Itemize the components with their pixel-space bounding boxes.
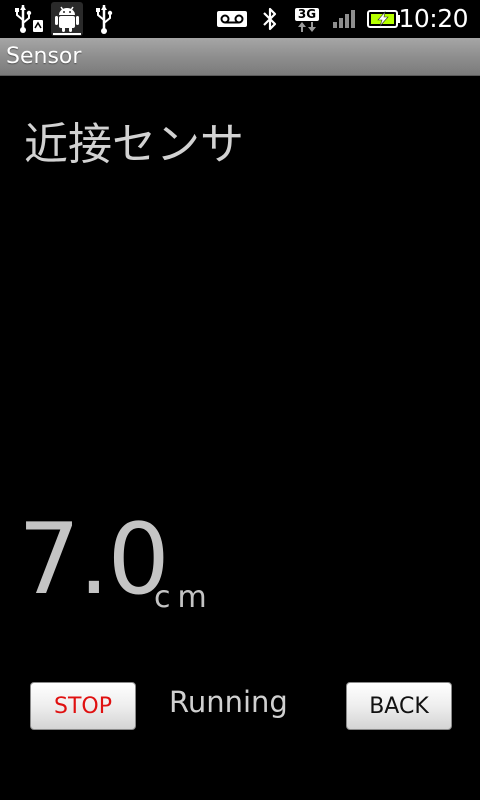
battery-charging-icon <box>366 0 402 38</box>
voicemail-icon <box>216 0 248 38</box>
3g-data-icon: 3G <box>290 0 324 38</box>
stop-button[interactable]: STOP <box>30 682 136 730</box>
back-button[interactable]: BACK <box>346 682 452 730</box>
status-bar: 3G 10:20 <box>0 0 480 38</box>
usb-icon <box>90 0 120 38</box>
status-bar-clock: 10:20 <box>398 4 468 33</box>
sensor-unit: cm <box>154 580 214 615</box>
sensor-name: 近接センサ <box>24 119 244 170</box>
title-bar: Sensor <box>0 38 480 76</box>
sensor-value: 7.0 <box>18 503 170 617</box>
android-icon <box>50 0 84 38</box>
signal-icon <box>331 0 359 38</box>
bluetooth-icon <box>259 0 281 38</box>
network-type-label: 3G <box>294 7 320 21</box>
usb-debug-icon <box>12 0 46 38</box>
app-title: Sensor <box>6 44 82 69</box>
running-status: Running <box>169 685 288 719</box>
